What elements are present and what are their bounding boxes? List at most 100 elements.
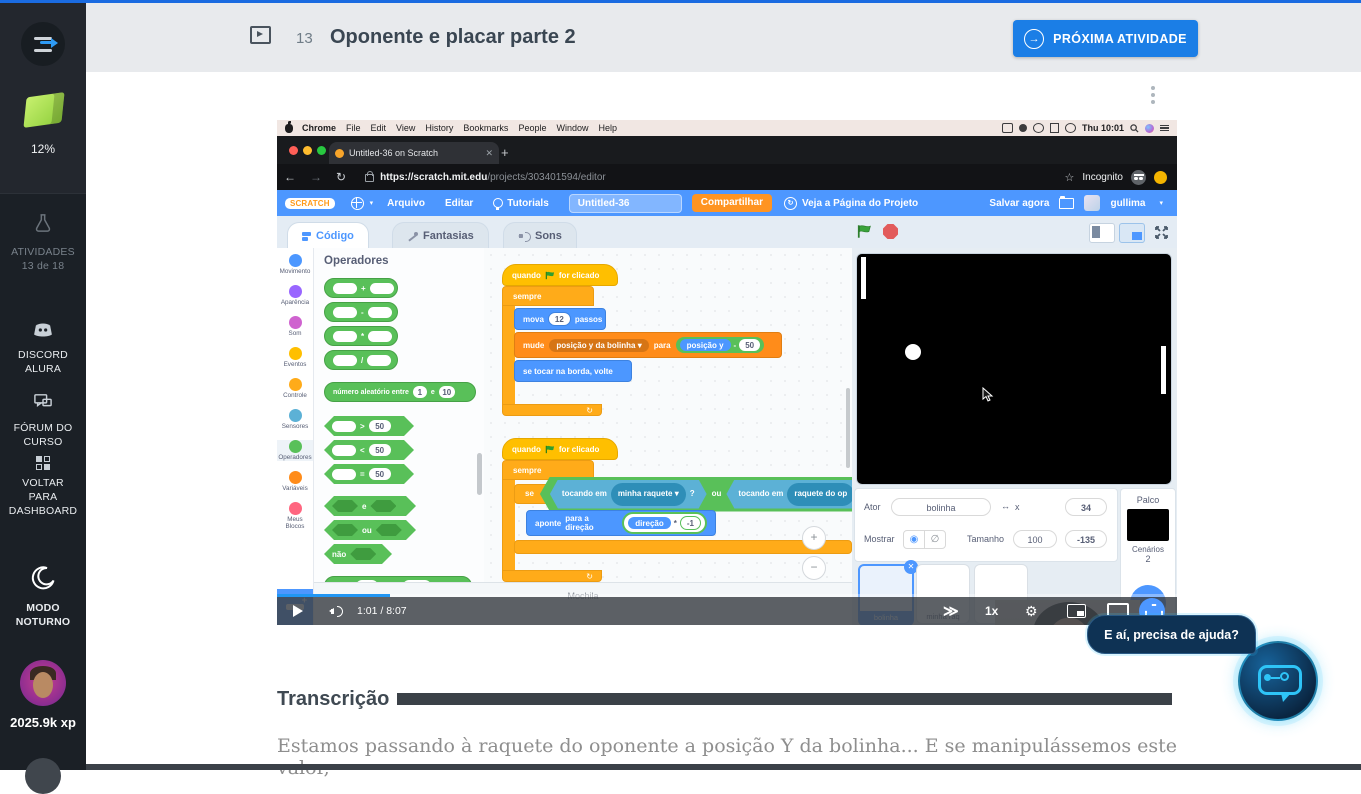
stop-sign-icon <box>883 224 898 239</box>
close-window-icon <box>289 146 298 155</box>
brush-icon <box>407 231 418 242</box>
large-stage-button <box>1119 223 1145 243</box>
moon-icon <box>0 565 86 596</box>
course-logo[interactable] <box>23 92 64 128</box>
notification-center-icon <box>1160 123 1169 133</box>
menu-bar-clock: Thu 10:01 <box>1082 123 1124 133</box>
share-button: Compartilhar <box>692 194 772 212</box>
block-category-strip: Movimento Aparência Som Eventos Controle… <box>277 248 314 625</box>
macos-menu-item: View <box>396 123 415 133</box>
x-position-icon: ↔ <box>1001 501 1010 511</box>
status-icon <box>1019 124 1027 132</box>
category-operadores: Operadores <box>277 440 313 461</box>
sidebar-item-night-mode[interactable]: MODO NOTURNO <box>0 565 86 629</box>
xp-counter: 2025.9k xp <box>0 715 86 730</box>
scratch-logo: SCRATCH <box>285 198 335 209</box>
macos-menu-item: Window <box>556 123 588 133</box>
picture-in-picture-button[interactable] <box>1067 597 1086 625</box>
page-title: Oponente e placar parte 2 <box>330 26 576 49</box>
equals-block: =50 <box>324 464 414 484</box>
status-icon <box>1033 123 1044 133</box>
hamburger-icon <box>34 37 52 40</box>
when-flag-clicked-block: quando for clicado <box>502 438 618 460</box>
spotlight-search-icon <box>1130 124 1139 133</box>
sidebar-item-activities[interactable]: ATIVIDADES 13 de 18 <box>0 213 86 273</box>
stage-canvas <box>856 253 1172 485</box>
forum-chat-icon <box>0 393 86 416</box>
transcription-heading: Transcrição <box>277 688 389 711</box>
browser-toolbar: ← → ↻ https://scratch.mit.edu /projects/… <box>277 164 1177 190</box>
right-paddle-sprite <box>1161 346 1166 394</box>
volume-button[interactable] <box>329 597 343 625</box>
settings-gear-icon[interactable]: ⚙ <box>1025 597 1038 625</box>
transcription-text: Estamos passando à raquete do oponente a… <box>277 735 1197 779</box>
operator-divide-block: / <box>324 350 398 370</box>
menu-toggle-button[interactable] <box>21 22 65 66</box>
playback-speed-button[interactable]: 1x <box>985 597 998 625</box>
green-flag-icon <box>545 445 555 454</box>
sidebar-bottom-icon[interactable] <box>25 758 61 794</box>
block-palette: Operadores + - * / número aleatório entr… <box>314 248 485 625</box>
bookmark-star-icon: ☆ <box>1065 171 1075 184</box>
folder-icon <box>1059 198 1074 209</box>
new-tab-button: + <box>501 145 509 160</box>
circle-arrow-right-icon: → <box>1024 29 1044 49</box>
category-sensores: Sensores <box>277 409 313 430</box>
stage-panel: Ator bolinha ↔ x 34 Mostrar ◉ ∅ Tamanho … <box>852 248 1177 625</box>
not-block: não <box>324 544 392 564</box>
green-flag-icon <box>857 224 873 239</box>
forever-block-bottom: ↻ <box>502 570 602 582</box>
sidebar-item-forum[interactable]: FÓRUM DO CURSO <box>0 393 86 449</box>
time-display: 1:01 / 8:07 <box>357 597 407 625</box>
screen-mirroring-icon <box>1002 123 1013 133</box>
help-bubble[interactable]: E aí, precisa de ajuda? <box>1087 615 1256 654</box>
category-movimento: Movimento <box>277 254 313 275</box>
zoom-out-button: − <box>802 556 826 580</box>
lightbulb-icon <box>493 198 503 208</box>
lock-icon <box>365 174 374 182</box>
grid-square <box>36 456 42 462</box>
flask-icon <box>0 213 86 240</box>
project-page-link: ↻ Veja a Página do Projeto <box>784 197 918 210</box>
operator-multiply-block: * <box>324 326 398 346</box>
skip-forward-button[interactable]: ≫ <box>943 597 957 625</box>
video-progress-bar[interactable] <box>277 594 1177 597</box>
zoom-in-button: + <box>802 526 826 550</box>
category-som: Som <box>277 316 313 337</box>
stage-label: Palco <box>1121 495 1175 505</box>
hamburger-icon <box>34 49 52 52</box>
hide-sprite-toggle: ∅ <box>924 530 946 549</box>
operator-add-block: + <box>324 278 398 298</box>
incognito-label: Incognito <box>1082 172 1123 183</box>
macos-menu-item: People <box>518 123 546 133</box>
sprite-info-panel: Ator bolinha ↔ x 34 Mostrar ◉ ∅ Tamanho … <box>854 488 1118 562</box>
small-stage-button <box>1089 223 1115 243</box>
forever-block: sempre <box>502 286 594 306</box>
sidebar-item-discord[interactable]: DISCORD ALURA <box>0 322 86 376</box>
scratch-favicon <box>335 149 344 158</box>
video-player[interactable]: Chrome File Edit View History Bookmarks … <box>277 120 1177 625</box>
green-flag-icon <box>545 271 555 280</box>
macos-menu-item: Chrome <box>302 123 336 133</box>
greater-than-block: >50 <box>324 416 414 436</box>
more-options-menu[interactable] <box>1146 83 1160 107</box>
code-blocks-icon <box>302 231 311 242</box>
clock-icon <box>1065 123 1076 133</box>
user-avatar[interactable] <box>20 660 66 706</box>
sprite-name-field: bolinha <box>891 498 991 516</box>
script-area-scrollbar <box>846 388 850 468</box>
size-label: Tamanho <box>967 534 1004 544</box>
category-variaveis: Variáveis <box>277 471 313 492</box>
macos-menu-item: Bookmarks <box>463 123 508 133</box>
tab-sons: Sons <box>503 222 577 249</box>
scratch-menu-file: Arquivo <box>387 198 425 209</box>
scratch-username: gullima <box>1110 198 1145 209</box>
sidebar-item-dashboard[interactable]: VOLTAR PARA DASHBOARD <box>0 455 86 518</box>
transcription-divider-bar <box>397 693 1172 705</box>
browser-tab-strip: Untitled-36 on Scratch ✕ + <box>277 136 1177 164</box>
play-button[interactable] <box>293 597 303 625</box>
language-globe-icon <box>351 197 364 210</box>
lesson-header: 13 Oponente e placar parte 2 → PRÓXIMA A… <box>86 3 1361 72</box>
scratch-menu-tutorials: Tutorials <box>507 198 548 209</box>
next-activity-button[interactable]: → PRÓXIMA ATIVIDADE <box>1013 20 1198 57</box>
